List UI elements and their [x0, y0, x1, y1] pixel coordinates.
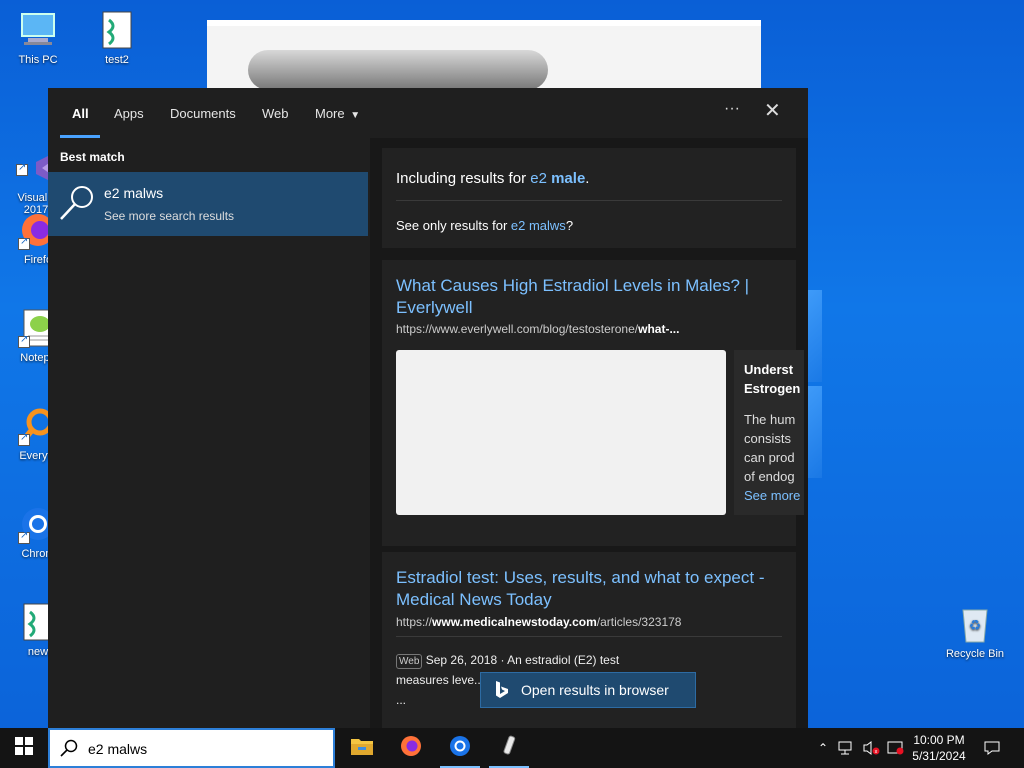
svg-text:♻: ♻ — [969, 618, 982, 634]
show-hidden-icons-chevron[interactable]: ⌃ — [814, 728, 832, 768]
corrected-query-link[interactable]: e2 male — [530, 170, 585, 187]
taskbar: ⌃ x 10:00 PM 5/31/2024 — [0, 728, 1024, 768]
volume-muted-icon[interactable]: x — [860, 728, 882, 768]
shortcut-arrow-icon — [18, 432, 30, 446]
taskbar-notepad[interactable] — [485, 728, 533, 768]
best-match-item[interactable]: e2 malws See more search results — [48, 172, 368, 236]
desktop-icon-this-pc[interactable]: This PC — [0, 10, 76, 66]
result-url-bold: www.medicalnewstoday.com — [432, 615, 597, 629]
divider — [396, 200, 782, 201]
related-card-text: The hum consists can prod of endog — [744, 412, 796, 484]
corrected-query-bold: male — [551, 170, 586, 187]
shortcut-arrow-icon — [18, 236, 30, 250]
tab-apps[interactable]: Apps — [114, 106, 144, 121]
related-card-see-more[interactable]: See more — [744, 486, 800, 505]
taskbar-chrome[interactable] — [436, 728, 484, 768]
result-title-link[interactable]: Estradiol test: Uses, results, and what … — [396, 567, 786, 611]
search-icon — [58, 182, 98, 222]
computer-icon — [18, 10, 58, 50]
tab-web[interactable]: Web — [262, 106, 289, 121]
action-center-button[interactable] — [978, 728, 1006, 768]
result-image[interactable] — [396, 350, 726, 515]
results-list: Best match e2 malws See more search resu… — [48, 138, 368, 728]
result-url: https://www.everlywell.com/blog/testoste… — [396, 322, 679, 336]
desktop-icon-label: Recycle Bin — [945, 648, 1005, 660]
corrected-query-part: e2 — [530, 170, 547, 187]
see-only-suffix: ? — [565, 218, 574, 233]
related-card-heading: Underst Estrogen — [744, 362, 801, 396]
bing-icon — [495, 681, 509, 699]
result-url: https://www.medicalnewstoday.com/article… — [396, 615, 681, 629]
result-url-bold: what-... — [638, 322, 680, 336]
windows-logo-pane — [808, 290, 822, 382]
desktop-icon-test2[interactable]: test2 — [79, 10, 155, 66]
best-match-subtitle: See more search results — [104, 209, 235, 223]
result-title-link[interactable]: What Causes High Estradiol Levels in Mal… — [396, 275, 786, 319]
result-url-plain: https://www.everlywell.com/blog/testoste… — [396, 322, 639, 336]
script-file-icon — [97, 10, 137, 50]
caret-down-icon: ▼ — [350, 110, 361, 121]
start-button[interactable] — [0, 728, 48, 768]
search-panel: All Apps Documents Web More ▼ ··· ✕ Best… — [48, 88, 808, 728]
shortcut-arrow-icon — [16, 162, 28, 176]
result-url-suffix: /articles/323178 — [596, 615, 682, 629]
best-match-title: e2 malws — [104, 185, 164, 201]
tab-all[interactable]: All — [72, 106, 89, 121]
security-alert-icon[interactable] — [884, 728, 906, 768]
taskbar-file-explorer[interactable] — [338, 728, 386, 768]
taskbar-search-box[interactable] — [48, 728, 335, 768]
network-icon[interactable] — [836, 728, 858, 768]
including-prefix: Including results for — [396, 170, 531, 187]
windows-logo-icon — [15, 736, 33, 760]
ellipsis-icon[interactable]: ··· — [724, 100, 740, 118]
original-query-link[interactable]: e2 malws — [511, 218, 566, 233]
close-icon[interactable]: ✕ — [764, 98, 781, 123]
tab-more-label: More — [315, 106, 345, 121]
best-match-label: Best match — [60, 150, 125, 164]
open-results-in-browser-button[interactable]: Open results in browser — [480, 672, 696, 708]
including-results-text: Including results for e2 male. — [396, 170, 589, 187]
recycle-bin-icon: ♻ — [955, 604, 995, 644]
clock-time: 10:00 PM — [913, 733, 965, 747]
desktop-icon-label: new — [27, 646, 49, 658]
see-only-prefix: See only results for — [396, 218, 511, 233]
svg-text:x: x — [875, 749, 878, 755]
result-url-prefix: https:// — [396, 615, 433, 629]
spell-correction-card: Including results for e2 male. See only … — [382, 148, 796, 248]
desktop-icon-recycle-bin[interactable]: ♻ Recycle Bin — [937, 604, 1013, 660]
divider — [396, 636, 782, 637]
chevron-up-icon: ⌃ — [817, 741, 829, 755]
preview-pane: Including results for e2 male. See only … — [370, 138, 808, 728]
windows-logo-pane — [808, 386, 822, 478]
clock-date: 5/31/2024 — [912, 749, 966, 763]
taskbar-search-input[interactable] — [88, 738, 318, 760]
desktop-icon-label: This PC — [18, 54, 58, 66]
tab-documents[interactable]: Documents — [170, 106, 236, 121]
chrome-icon — [448, 734, 472, 763]
shortcut-arrow-icon — [18, 334, 30, 348]
web-result-card: What Causes High Estradiol Levels in Mal… — [382, 260, 804, 546]
shortcut-arrow-icon — [18, 530, 30, 544]
taskbar-firefox[interactable] — [387, 728, 435, 768]
search-tabs: All Apps Documents Web More ▼ ··· ✕ — [48, 88, 808, 138]
result-date: Sep 26, 2018 — [425, 653, 498, 667]
background-window-graphic — [248, 50, 548, 90]
related-card[interactable]: Underst Estrogen The hum consists can pr… — [734, 350, 804, 515]
search-icon — [60, 739, 78, 757]
firefox-icon — [399, 734, 423, 763]
notepad-icon — [497, 734, 521, 763]
including-suffix: . — [585, 170, 590, 187]
system-clock[interactable]: 10:00 PM 5/31/2024 — [904, 732, 974, 764]
web-tag: Web — [396, 654, 423, 669]
file-explorer-icon — [350, 736, 374, 761]
tab-more[interactable]: More ▼ — [315, 106, 360, 121]
see-only-results-text: See only results for e2 malws? — [396, 218, 573, 233]
desktop-icon-label: test2 — [105, 54, 129, 66]
open-results-label: Open results in browser — [521, 682, 669, 698]
